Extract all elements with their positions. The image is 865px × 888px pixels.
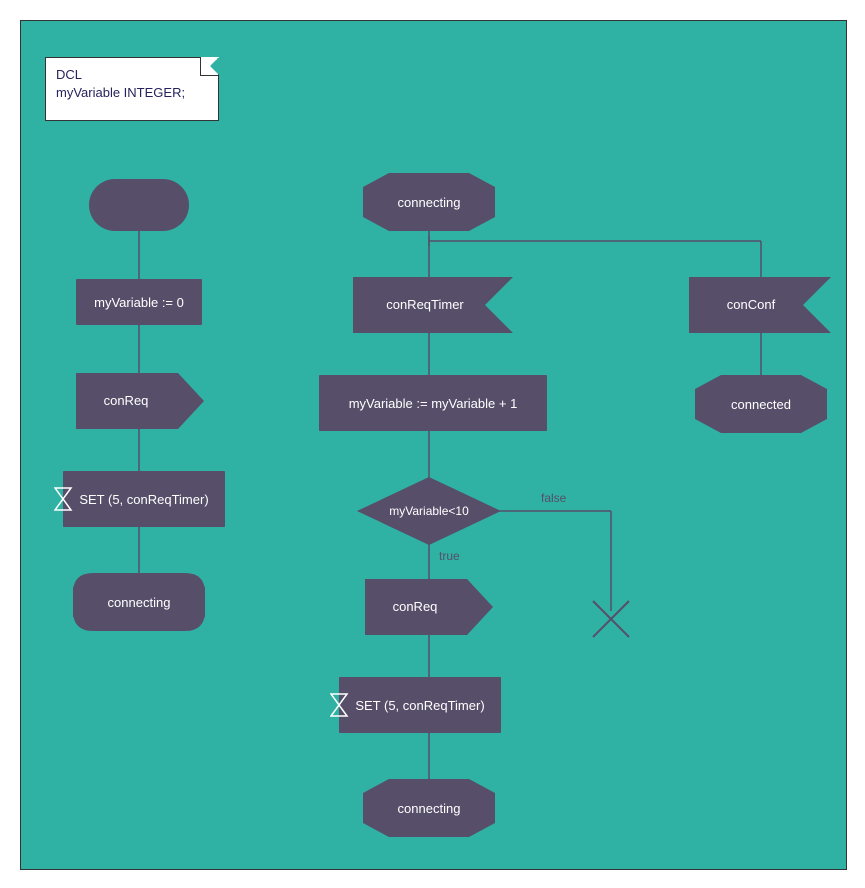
state-connecting-1: connecting	[73, 573, 205, 631]
start-symbol	[89, 179, 189, 231]
true-label: true	[439, 549, 460, 563]
task-label: myVariable := 0	[94, 295, 184, 310]
output-label: conReq	[393, 599, 438, 614]
note-line2: myVariable INTEGER;	[56, 84, 208, 102]
input-conreqtimer: conReqTimer	[353, 277, 513, 333]
declaration-note: DCL myVariable INTEGER;	[45, 57, 219, 121]
state-label: connecting	[108, 595, 171, 610]
state-connecting-bottom: connecting	[363, 779, 495, 837]
input-label: conReqTimer	[386, 297, 464, 312]
state-connecting-top: connecting	[363, 173, 495, 231]
state-connected: connected	[695, 375, 827, 433]
state-label: connected	[731, 397, 791, 412]
state-label: connecting	[398, 195, 461, 210]
state-label: connecting	[398, 801, 461, 816]
connectors	[21, 21, 846, 869]
output-conreq-2: conReq	[365, 579, 495, 635]
hourglass-icon	[54, 487, 74, 511]
decision-myvariable: myVariable<10	[357, 477, 501, 545]
task-increment: myVariable := myVariable + 1	[319, 375, 547, 431]
task-label: SET (5, conReqTimer)	[79, 492, 208, 507]
task-label: SET (5, conReqTimer)	[355, 698, 484, 713]
task-init-variable: myVariable := 0	[76, 279, 202, 325]
diagram-frame: DCL myVariable INTEGER; myVariable := 0 …	[20, 20, 847, 870]
task-label: myVariable := myVariable + 1	[349, 396, 518, 411]
output-conreq-1: conReq	[76, 373, 206, 429]
hourglass-icon	[330, 693, 350, 717]
task-set-timer-1: SET (5, conReqTimer)	[63, 471, 225, 527]
note-line1: DCL	[56, 66, 208, 84]
input-label: conConf	[727, 297, 776, 312]
task-set-timer-2: SET (5, conReqTimer)	[339, 677, 501, 733]
output-label: conReq	[104, 393, 149, 408]
decision-label: myVariable<10	[389, 504, 469, 518]
diagram-canvas: DCL myVariable INTEGER; myVariable := 0 …	[0, 0, 865, 888]
input-conconf: conConf	[689, 277, 831, 333]
false-label: false	[541, 491, 566, 505]
